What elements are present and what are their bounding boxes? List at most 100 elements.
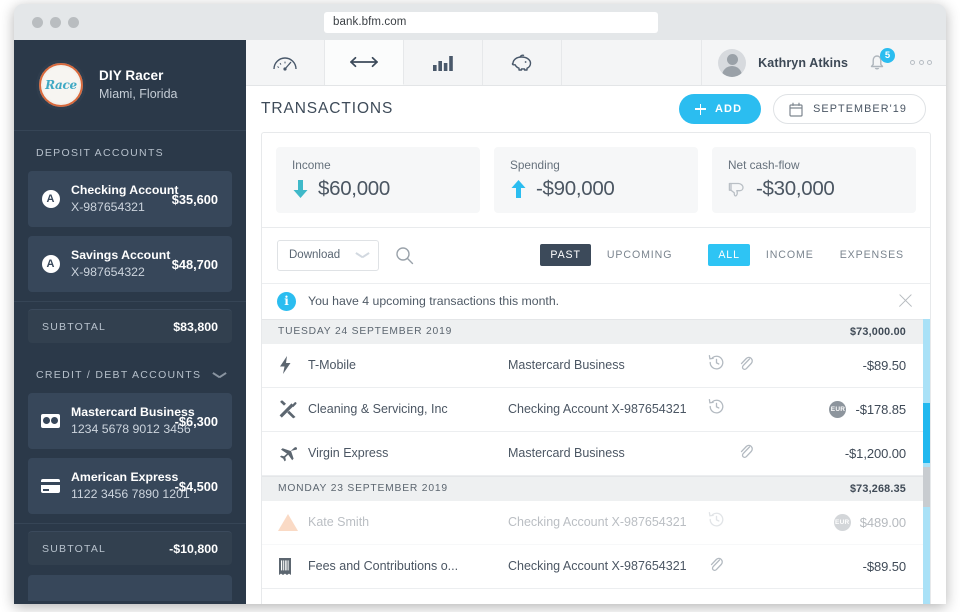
download-label: Download — [289, 249, 341, 262]
transaction-name: Kate Smith — [308, 515, 370, 530]
table-row[interactable]: Kate Smith Checking Account X-987654321 — [262, 500, 930, 545]
account-balance: -$4,500 — [174, 478, 218, 494]
table-row[interactable]: Fees and Contributions o... Checking Acc… — [262, 544, 930, 589]
notification-badge: 5 — [880, 47, 895, 63]
main-content: Kathryn Atkins 5 TRANSACTIONS ADD SEPTEM… — [246, 40, 946, 604]
brand-text: DIY Racer Miami, Florida — [99, 67, 178, 102]
summary-value: $60,000 — [318, 177, 391, 200]
top-navigation: Kathryn Atkins 5 — [246, 40, 946, 86]
attachment-icon[interactable] — [738, 442, 754, 465]
window-controls[interactable] — [32, 17, 79, 28]
sidebar-account-checking[interactable]: A Checking Account X-987654321 $35,600 — [28, 171, 232, 227]
download-dropdown[interactable]: Download — [277, 239, 379, 271]
sidebar: Race DIY Racer Miami, Florida DEPOSIT AC… — [14, 40, 246, 604]
section-title-deposit: DEPOSIT ACCOUNTS — [36, 147, 164, 159]
chevron-down-icon — [356, 251, 369, 259]
summary-value: -$30,000 — [756, 177, 835, 200]
tab-savings[interactable] — [483, 40, 562, 85]
filter-past[interactable]: PAST — [540, 244, 591, 267]
list-toolbar: Download PAST UPCOMING ALL INCOME EXPENS… — [262, 228, 930, 283]
gauge-icon — [273, 56, 297, 71]
thumbs-down-icon — [728, 182, 744, 197]
month-picker-button[interactable]: SEPTEMBER'19 — [773, 94, 926, 124]
close-window-dot[interactable] — [32, 17, 43, 28]
account-balance: $35,600 — [171, 191, 218, 207]
summary-cards: Income $60,000 Spending -$90,000 Net cas… — [262, 133, 930, 227]
filter-all[interactable]: ALL — [708, 244, 750, 267]
filter-expenses[interactable]: EXPENSES — [830, 244, 914, 266]
mastercard-icon — [41, 412, 60, 431]
account-info: Checking Account X-987654321 — [71, 182, 179, 216]
transaction-name: T-Mobile — [308, 358, 356, 373]
sidebar-account-amex[interactable]: American Express 1122 3456 7890 1201 -$4… — [28, 458, 232, 514]
scrollbar-thumb[interactable] — [923, 402, 930, 463]
table-row[interactable]: Virgin Express Mastercard Business -$1,2… — [262, 431, 930, 476]
section-title-credit: CREDIT / DEBT ACCOUNTS — [36, 369, 202, 381]
filter-upcoming[interactable]: UPCOMING — [597, 244, 682, 266]
tab-transactions[interactable] — [325, 40, 404, 85]
tools-icon — [278, 400, 308, 419]
filter-pills: PAST UPCOMING ALL INCOME EXPENSES — [540, 244, 914, 267]
avatar[interactable] — [718, 48, 747, 77]
section-header-credit[interactable]: CREDIT / DEBT ACCOUNTS — [14, 353, 246, 393]
account-number: 1122 3456 7890 1201 — [71, 487, 190, 501]
date-group-header: MONDAY 23 SEPTEMBER 2019 $73,268.35 — [262, 475, 930, 501]
table-row-partial[interactable] — [262, 588, 930, 604]
tab-dashboard[interactable] — [246, 40, 325, 85]
account-name: Savings Account — [71, 247, 171, 262]
scrollbar-track[interactable] — [923, 318, 930, 604]
group-total: $73,268.35 — [849, 482, 906, 495]
history-icon[interactable] — [708, 511, 725, 533]
nav-spacer — [562, 40, 703, 85]
page-title: TRANSACTIONS — [261, 100, 394, 117]
filter-income[interactable]: INCOME — [756, 244, 824, 266]
summary-card-income: Income $60,000 — [276, 147, 480, 213]
url-bar[interactable]: bank.bfm.com — [324, 12, 658, 33]
add-transaction-button[interactable]: ADD — [678, 94, 762, 124]
transaction-account: Checking Account X-987654321 — [508, 402, 687, 417]
tab-reports[interactable] — [404, 40, 483, 85]
subtotal-label: SUBTOTAL — [42, 320, 107, 333]
summary-label: Spending — [510, 158, 560, 172]
brand-name: DIY Racer — [99, 68, 164, 84]
maximize-window-dot[interactable] — [68, 17, 79, 28]
table-row[interactable]: Cleaning & Servicing, Inc Checking Accou… — [262, 387, 930, 432]
sidebar-account-mastercard[interactable]: Mastercard Business 1234 5678 9012 3456 … — [28, 393, 232, 449]
sidebar-next-card-partial[interactable] — [28, 575, 232, 601]
brand-location: Miami, Florida — [99, 86, 178, 101]
transaction-name: Virgin Express — [308, 446, 389, 461]
close-icon[interactable] — [898, 293, 914, 309]
transaction-account: Mastercard Business — [508, 446, 625, 461]
transactions-list-wrapper: TUESDAY 24 SEPTEMBER 2019 $73,000.00 T-M… — [262, 318, 930, 604]
row-actions — [708, 354, 794, 377]
account-info: Savings Account X-987654322 — [71, 247, 171, 281]
account-info: Mastercard Business 1234 5678 9012 3456 — [71, 404, 195, 438]
summary-label: Net cash-flow — [728, 158, 800, 172]
table-row[interactable]: T-Mobile Mastercard Business -$89.50 — [262, 343, 930, 388]
account-number: 1234 5678 9012 3456 — [71, 422, 191, 436]
sidebar-divider — [14, 301, 246, 302]
summary-card-netcashflow: Net cash-flow -$30,000 — [712, 147, 916, 213]
summary-value: -$90,000 — [536, 177, 615, 200]
row-actions — [708, 555, 794, 578]
info-icon: i — [277, 291, 296, 311]
race-logo-icon: Race — [36, 60, 86, 110]
account-number: X-987654322 — [71, 265, 145, 279]
triangle-icon — [278, 513, 308, 531]
attachment-icon[interactable] — [708, 555, 724, 578]
chevron-down-icon[interactable] — [213, 371, 226, 379]
account-balance: -$6,300 — [174, 413, 218, 429]
minimize-window-dot[interactable] — [50, 17, 61, 28]
notifications-button[interactable]: 5 — [866, 47, 895, 75]
piggy-bank-icon — [511, 53, 532, 71]
browser-window: bank.bfm.com Race DIY Racer Miami, Flori… — [14, 4, 946, 604]
search-icon[interactable] — [395, 246, 414, 265]
brand-header[interactable]: Race DIY Racer Miami, Florida — [14, 40, 246, 131]
history-icon[interactable] — [708, 398, 725, 420]
attachment-icon[interactable] — [738, 354, 754, 377]
transaction-amount: -$1,200.00 — [844, 445, 906, 461]
month-picker-label: SEPTEMBER'19 — [813, 103, 907, 115]
sidebar-account-savings[interactable]: A Savings Account X-987654322 $48,700 — [28, 236, 232, 292]
history-icon[interactable] — [708, 354, 725, 376]
more-options-icon[interactable] — [910, 60, 932, 65]
